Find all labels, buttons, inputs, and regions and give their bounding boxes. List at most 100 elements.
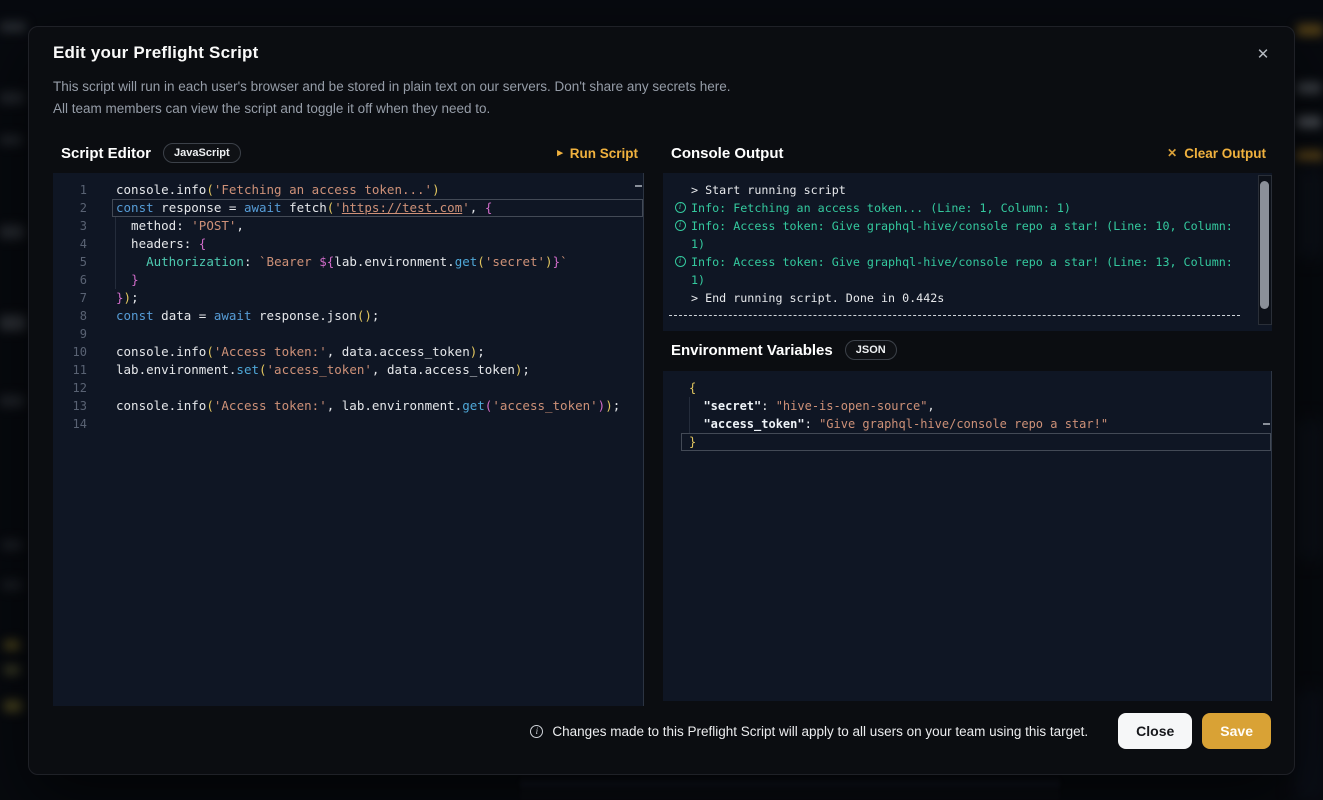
- console-output-header: Console Output ✕ Clear Output: [663, 139, 1272, 167]
- info-icon: i: [675, 256, 686, 267]
- info-icon: i: [530, 725, 543, 738]
- code-text: method: 'POST',: [112, 217, 643, 235]
- modal-title: Edit your Preflight Script: [53, 43, 258, 63]
- info-icon-column: i: [669, 199, 691, 217]
- code-line[interactable]: 10 console.info('Access token:', data.acc…: [53, 343, 643, 361]
- code-text: "access_token": "Give graphql-hive/conso…: [681, 415, 1271, 433]
- console-entry: i Info: Access token: Give graphql-hive/c…: [669, 217, 1252, 253]
- code-line[interactable]: "access_token": "Give graphql-hive/conso…: [663, 415, 1271, 433]
- console-entry-text: > Start running script: [691, 181, 1252, 199]
- modal-footer: i Changes made to this Preflight Script …: [53, 713, 1271, 749]
- code-text: headers: {: [112, 235, 643, 253]
- code-text: [112, 379, 643, 397]
- environment-variables-panel[interactable]: { "secret": "hive-is-open-source", "acce…: [663, 371, 1272, 701]
- preflight-script-modal: Edit your Preflight Script ✕ This script…: [28, 26, 1295, 775]
- line-number: 7: [53, 289, 87, 307]
- code-line[interactable]: {: [663, 379, 1271, 397]
- line-number: 10: [53, 343, 87, 361]
- line-number: 12: [53, 379, 87, 397]
- code-text: [112, 415, 643, 433]
- code-line[interactable]: 12: [53, 379, 643, 397]
- code-text: const data = await response.json();: [112, 307, 643, 325]
- code-line[interactable]: 9: [53, 325, 643, 343]
- console-output-panel: > Start running script i Info: Fetching an…: [663, 173, 1272, 331]
- log-icon-column: [669, 181, 691, 199]
- line-number: 9: [53, 325, 87, 343]
- script-editor-panel[interactable]: 1 console.info('Fetching an access token.…: [53, 173, 644, 706]
- console-entry-text: Info: Access token: Give graphql-hive/co…: [691, 253, 1252, 289]
- line-number: 3: [53, 217, 87, 235]
- code-text: console.info('Access token:', data.acces…: [112, 343, 643, 361]
- console-output-title: Console Output: [671, 145, 784, 162]
- clear-icon: ✕: [1167, 147, 1177, 159]
- console-entry: i Info: Fetching an access token... (Line…: [669, 199, 1252, 217]
- info-icon-column: i: [669, 253, 691, 289]
- code-text: console.info('Fetching an access token..…: [112, 181, 643, 199]
- console-scrollbar-thumb[interactable]: [1260, 181, 1269, 309]
- code-line[interactable]: 7});: [53, 289, 643, 307]
- line-number: 11: [53, 361, 87, 379]
- footer-note-text: Changes made to this Preflight Script wi…: [552, 724, 1088, 739]
- line-number: 1: [53, 181, 87, 199]
- console-entry: > End running script. Done in 0.442s: [669, 289, 1252, 307]
- code-line[interactable]: }: [663, 433, 1271, 451]
- code-line[interactable]: 13console.info('Access token:', lab.envi…: [53, 397, 643, 415]
- format-badge: JSON: [845, 340, 897, 360]
- code-text: "secret": "hive-is-open-source",: [681, 397, 1271, 415]
- clear-output-label: Clear Output: [1184, 146, 1266, 161]
- play-icon: ▸: [557, 148, 563, 159]
- code-line[interactable]: 8 const data = await response.json();: [53, 307, 643, 325]
- line-number: 14: [53, 415, 87, 433]
- console-scrollbar-track: [1258, 175, 1272, 325]
- code-line[interactable]: 4 headers: {: [53, 235, 643, 253]
- console-entry: > Start running script: [669, 181, 1252, 199]
- description-line-2: All team members can view the script and…: [53, 98, 730, 120]
- info-icon: i: [675, 220, 686, 231]
- environment-variables-title: Environment Variables: [671, 342, 833, 359]
- code-text: lab.environment.set('access_token', data…: [112, 361, 643, 379]
- code-line[interactable]: 2 const response = await fetch('https://t…: [53, 199, 643, 217]
- code-text: });: [112, 289, 643, 307]
- script-editor-title: Script Editor: [61, 145, 151, 162]
- code-line[interactable]: 5 Authorization: `Bearer ${lab.environme…: [53, 253, 643, 271]
- code-text: [112, 325, 643, 343]
- page-background: Edit your Preflight Script ✕ This script…: [0, 0, 1323, 800]
- console-entry: i Info: Access token: Give graphql-hive/c…: [669, 253, 1252, 289]
- info-icon-column: i: [669, 217, 691, 253]
- console-entry-text: Info: Access token: Give graphql-hive/co…: [691, 217, 1252, 253]
- console-entry-text: > End running script. Done in 0.442s: [691, 289, 1252, 307]
- description-line-1: This script will run in each user's brow…: [53, 76, 730, 98]
- code-text: const response = await fetch('https://te…: [112, 199, 643, 217]
- console-entry-text: Info: Fetching an access token... (Line:…: [691, 199, 1252, 217]
- code-line[interactable]: 14: [53, 415, 643, 433]
- code-line[interactable]: 3 method: 'POST',: [53, 217, 643, 235]
- code-line[interactable]: 11 lab.environment.set('access_token', da…: [53, 361, 643, 379]
- clear-output-button[interactable]: ✕ Clear Output: [1167, 146, 1272, 161]
- language-badge: JavaScript: [163, 143, 241, 163]
- line-number: 5: [53, 253, 87, 271]
- code-line[interactable]: 1 console.info('Fetching an access token.…: [53, 181, 643, 199]
- code-line[interactable]: "secret": "hive-is-open-source",: [663, 397, 1271, 415]
- console-output-body: > Start running script i Info: Fetching an…: [663, 173, 1272, 316]
- log-icon-column: [669, 289, 691, 307]
- save-button[interactable]: Save: [1202, 713, 1271, 749]
- code-line[interactable]: 6 }: [53, 271, 643, 289]
- close-icon[interactable]: ✕: [1252, 43, 1274, 65]
- close-button[interactable]: Close: [1118, 713, 1192, 749]
- code-text: }: [112, 271, 643, 289]
- line-number: 2: [53, 199, 87, 217]
- line-number: 6: [53, 271, 87, 289]
- line-number: 4: [53, 235, 87, 253]
- environment-variables-header: Environment Variables JSON: [663, 336, 1272, 364]
- code-text: console.info('Access token:', lab.enviro…: [112, 397, 643, 415]
- script-editor-header: Script Editor JavaScript ▸ Run Script: [53, 139, 644, 167]
- script-editor-code: 1 console.info('Fetching an access token.…: [53, 173, 643, 433]
- console-separator: [669, 315, 1240, 316]
- run-script-label: Run Script: [570, 146, 638, 161]
- run-script-button[interactable]: ▸ Run Script: [557, 146, 644, 161]
- code-text: Authorization: `Bearer ${lab.environment…: [112, 253, 643, 271]
- environment-variables-code: { "secret": "hive-is-open-source", "acce…: [663, 371, 1271, 451]
- info-icon: i: [675, 202, 686, 213]
- code-text: }: [681, 433, 1271, 451]
- line-number: 8: [53, 307, 87, 325]
